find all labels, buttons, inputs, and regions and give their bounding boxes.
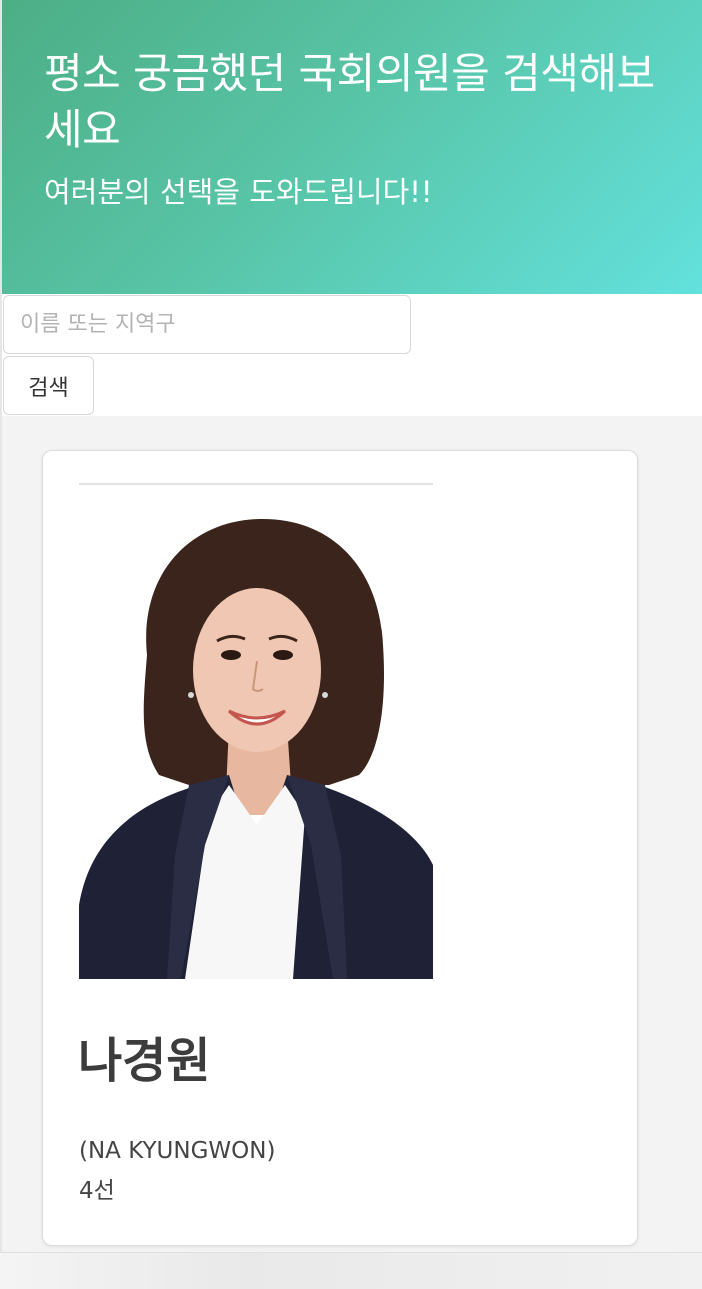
hero-title: 평소 궁금했던 국회의원을 검색해보세요 [44,49,655,154]
results-area: 나경원 (NA KYUNGWON) 4선 [2,416,702,1252]
legislator-terms: 4선 [79,1178,115,1204]
hero-banner: 평소 궁금했던 국회의원을 검색해보세요 여러분의 선택을 도와드립니다!! [2,0,702,294]
legislator-name: 나경원 [78,1033,211,1089]
search-input[interactable] [3,295,411,354]
search-button[interactable]: 검색 [3,356,94,415]
portrait-image [79,485,433,979]
legislator-photo [79,483,433,979]
legislator-name-english: (NA KYUNGWON) [79,1138,276,1164]
hero-subtitle: 여러분의 선택을 도와드립니다!! [44,175,433,209]
bottom-edge [0,1252,702,1289]
legislator-card[interactable]: 나경원 (NA KYUNGWON) 4선 [42,450,638,1246]
